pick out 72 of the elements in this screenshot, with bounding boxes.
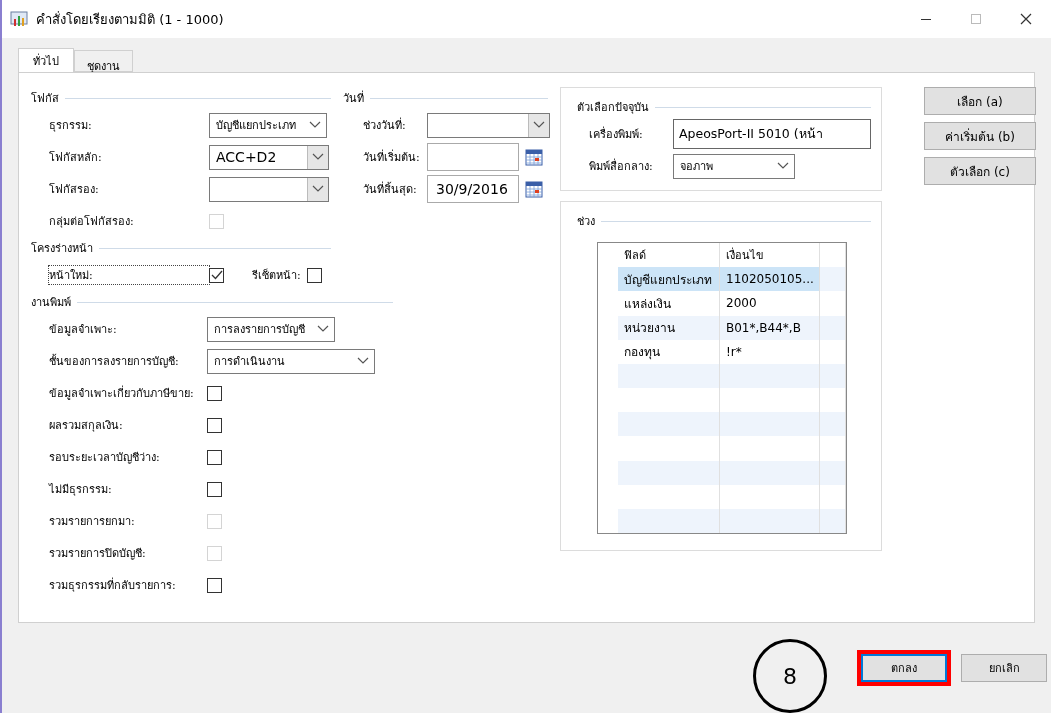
calendar-icon[interactable] [525, 148, 543, 166]
dropdown[interactable]: ACC+D2 [209, 144, 329, 170]
checkbox[interactable] [207, 577, 222, 593]
side-button[interactable]: ค่าเริ่มต้น (b) [924, 122, 1036, 150]
printer-field[interactable]: ApeosPort-II 5010 (หน้า [673, 119, 871, 149]
table-cell: หน่วยงาน [618, 315, 720, 340]
table-cell: แหล่งเงิน [618, 291, 720, 316]
dropdown[interactable]: การดำเนินงาน [207, 348, 375, 374]
field-label: รวมรายการยกมา: [49, 514, 136, 530]
checkbox[interactable] [207, 481, 222, 497]
section-heading: วันที่ [343, 89, 364, 107]
chevron-down-icon [317, 325, 329, 333]
side-button[interactable]: เลือก (a) [924, 87, 1036, 115]
checkbox[interactable] [306, 267, 322, 283]
section-heading: โครงร่างหน้า [31, 241, 93, 257]
field-label: ผลรวมสกุลเงิน: [49, 418, 124, 434]
field-label: รอบระยะเวลาบัญชีว่าง: [49, 450, 161, 466]
dropdown[interactable]: บัญชีแยกประเภท [209, 112, 327, 138]
section-heading: ช่วง [577, 214, 595, 230]
dialog-button[interactable]: ตกลง [861, 654, 947, 682]
field-label: ช่วงวันที่: [363, 116, 407, 134]
date-field[interactable] [427, 143, 519, 171]
date-field[interactable]: 30/9/2016 [427, 175, 519, 203]
tab[interactable]: ชุดงาน [74, 50, 133, 72]
field-label: ข้อมูลจำเพาะ: [49, 322, 118, 338]
table-cell: B01*,B44*,B [720, 315, 820, 340]
dropdown[interactable] [427, 112, 550, 138]
table-cell: 1102050105... [720, 267, 820, 292]
chevron-down-icon [309, 121, 321, 129]
calendar-icon[interactable] [525, 180, 543, 198]
table-cell: กองทุน [618, 339, 720, 364]
field-label: ชั้นของการลงรายการบัญชี: [49, 353, 180, 370]
checkbox[interactable] [209, 267, 224, 283]
dropdown[interactable]: จอภาพ [673, 153, 795, 179]
chevron-down-icon [312, 185, 324, 193]
section-heading: งานพิมพ์ [31, 295, 71, 311]
step-callout: 8 [753, 639, 827, 713]
field-label: วันที่สิ้นสุด: [363, 180, 418, 198]
section-heading: ตัวเลือกปัจจุบัน [577, 100, 649, 116]
checkbox[interactable] [207, 385, 222, 401]
field-label: เครื่องพิมพ์: [589, 125, 644, 143]
table-cell: บัญชีแยกประเภท [618, 267, 720, 292]
field-label: กลุ่มต่อโฟกัสรอง: [49, 214, 135, 230]
table-cell: 2000 [720, 291, 820, 316]
dropdown[interactable]: การลงรายการบัญชี [207, 316, 335, 342]
field-label: วันที่เริ่มต้น: [363, 148, 421, 166]
chevron-down-icon [533, 121, 545, 129]
chevron-down-icon [777, 162, 789, 170]
dropdown[interactable] [209, 176, 329, 202]
field-label: โฟกัสหลัก: [49, 150, 103, 166]
field-label: พิมพ์สื่อกลาง: [589, 157, 654, 175]
field-label: รวมธุรกรรมที่กลับรายการ: [49, 576, 177, 594]
field-label: รีเซ็ตหน้า: [252, 267, 301, 284]
checkbox[interactable] [207, 449, 222, 465]
chevron-down-icon [357, 357, 369, 365]
section-heading: โฟกัส [31, 91, 59, 107]
field-label: ไม่มีธุรกรรม: [49, 482, 113, 498]
field-label: โฟกัสรอง: [49, 182, 100, 198]
chevron-down-icon [312, 153, 324, 161]
window-title: คำสั่งโดยเรียงตามมิติ (1 - 1000) [36, 10, 224, 29]
field-label: รวมรายการปิดบัญชี: [49, 546, 147, 562]
side-button[interactable]: ตัวเลือก (c) [924, 157, 1036, 185]
field-label: ข้อมูลจำเพาะเกี่ยวกับภาษีขาย: [49, 384, 195, 402]
field-label: ธุรกรรม: [49, 118, 93, 134]
dialog-button[interactable]: ยกเลิก [961, 654, 1047, 682]
tab[interactable]: ทั่วไป [18, 48, 74, 72]
minimize-icon[interactable] [921, 18, 931, 20]
checkbox[interactable] [207, 417, 222, 433]
close-icon[interactable] [1020, 13, 1032, 25]
app-icon [10, 10, 28, 28]
field-label: หน้าใหม่: [49, 266, 209, 284]
table-cell: !r* [720, 339, 820, 364]
